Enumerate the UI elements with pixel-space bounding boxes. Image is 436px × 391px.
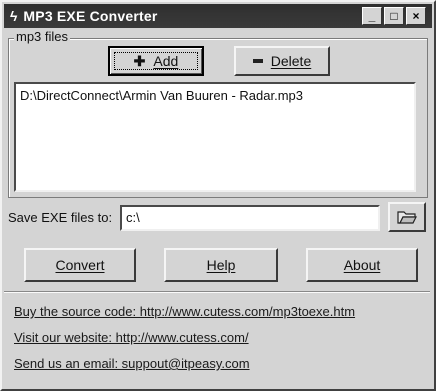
delete-button[interactable]: Delete bbox=[234, 46, 330, 76]
title-bar[interactable]: ϟ MP3 EXE Converter _ □ × bbox=[4, 4, 432, 28]
window-controls: _ □ × bbox=[362, 7, 426, 25]
save-path-label: Save EXE files to: bbox=[8, 210, 113, 225]
list-item[interactable]: D:\DirectConnect\Armin Van Buuren - Rada… bbox=[20, 88, 410, 103]
lightning-icon: ϟ bbox=[10, 8, 18, 24]
convert-button[interactable]: Convert bbox=[24, 248, 136, 282]
minimize-icon[interactable]: _ bbox=[362, 7, 382, 25]
close-icon[interactable]: × bbox=[406, 7, 426, 25]
help-button-label: Help bbox=[206, 257, 236, 273]
group-label: mp3 files bbox=[14, 29, 71, 44]
website-link[interactable]: Visit our website: http://www.cutess.com… bbox=[14, 330, 249, 345]
about-button[interactable]: About bbox=[306, 248, 418, 282]
add-button[interactable]: ✚ Add bbox=[108, 46, 204, 76]
source-code-link[interactable]: Buy the source code: http://www.cutess.c… bbox=[14, 304, 355, 319]
open-folder-icon bbox=[397, 211, 417, 224]
window-title: MP3 EXE Converter bbox=[23, 8, 158, 24]
minus-icon bbox=[252, 59, 263, 63]
maximize-icon[interactable]: □ bbox=[384, 7, 404, 25]
delete-button-label: Delete bbox=[270, 53, 312, 69]
convert-button-label: Convert bbox=[55, 257, 105, 273]
file-list[interactable]: D:\DirectConnect\Armin Van Buuren - Rada… bbox=[14, 82, 416, 192]
about-button-label: About bbox=[343, 257, 381, 273]
focus-rect bbox=[114, 52, 198, 70]
help-button[interactable]: Help bbox=[164, 248, 278, 282]
divider bbox=[4, 291, 430, 293]
browse-button[interactable] bbox=[388, 202, 426, 232]
save-path-input[interactable]: c:\ bbox=[120, 205, 380, 231]
email-link[interactable]: Send us an email: suppout@itpeasy.com bbox=[14, 356, 250, 371]
